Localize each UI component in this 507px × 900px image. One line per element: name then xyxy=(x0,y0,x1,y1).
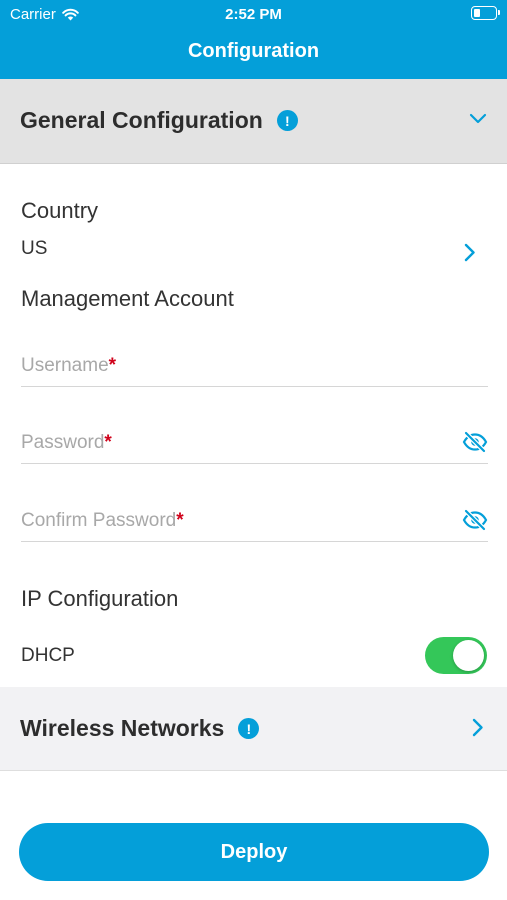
ip-configuration-label: IP Configuration xyxy=(21,586,179,611)
country-label: Country xyxy=(21,198,99,223)
wireless-networks-title: Wireless Networks ! xyxy=(20,715,260,742)
battery-icon xyxy=(471,6,500,20)
password-field[interactable]: Password* xyxy=(21,424,488,464)
eye-slash-icon[interactable] xyxy=(462,509,488,531)
page-title: Configuration xyxy=(187,40,320,62)
password-input[interactable] xyxy=(21,424,451,462)
username-input[interactable] xyxy=(21,347,451,385)
toggle-knob xyxy=(453,640,484,671)
general-configuration-label: General Configuration xyxy=(20,107,263,133)
dhcp-label: DHCP xyxy=(21,645,75,666)
username-field[interactable]: Username* xyxy=(21,347,488,387)
status-time: 2:52 PM xyxy=(225,6,282,23)
chevron-right-icon[interactable] xyxy=(472,718,484,737)
status-bar: Carrier 2:52 PM xyxy=(0,0,507,28)
country-row[interactable]: US xyxy=(0,232,507,270)
info-icon[interactable]: ! xyxy=(276,110,298,131)
chevron-down-icon[interactable] xyxy=(469,113,487,125)
chevron-right-icon[interactable] xyxy=(464,243,476,262)
general-configuration-header[interactable]: General Configuration ! xyxy=(0,79,507,164)
dhcp-toggle[interactable] xyxy=(425,637,487,674)
confirm-password-field[interactable]: Confirm Password* xyxy=(21,502,488,542)
eye-slash-icon[interactable] xyxy=(462,431,488,453)
deploy-button[interactable]: Deploy xyxy=(19,823,489,881)
management-account-label: Management Account xyxy=(21,286,234,311)
country-value: US xyxy=(21,238,48,259)
wireless-networks-label: Wireless Networks xyxy=(20,715,225,741)
wireless-networks-header[interactable]: Wireless Networks ! xyxy=(0,687,507,771)
battery-level xyxy=(474,9,480,17)
info-icon[interactable]: ! xyxy=(238,718,260,739)
general-configuration-title: General Configuration ! xyxy=(20,107,298,134)
app-header: Carrier 2:52 PM Configuration xyxy=(0,0,507,79)
confirm-password-input[interactable] xyxy=(21,502,451,540)
